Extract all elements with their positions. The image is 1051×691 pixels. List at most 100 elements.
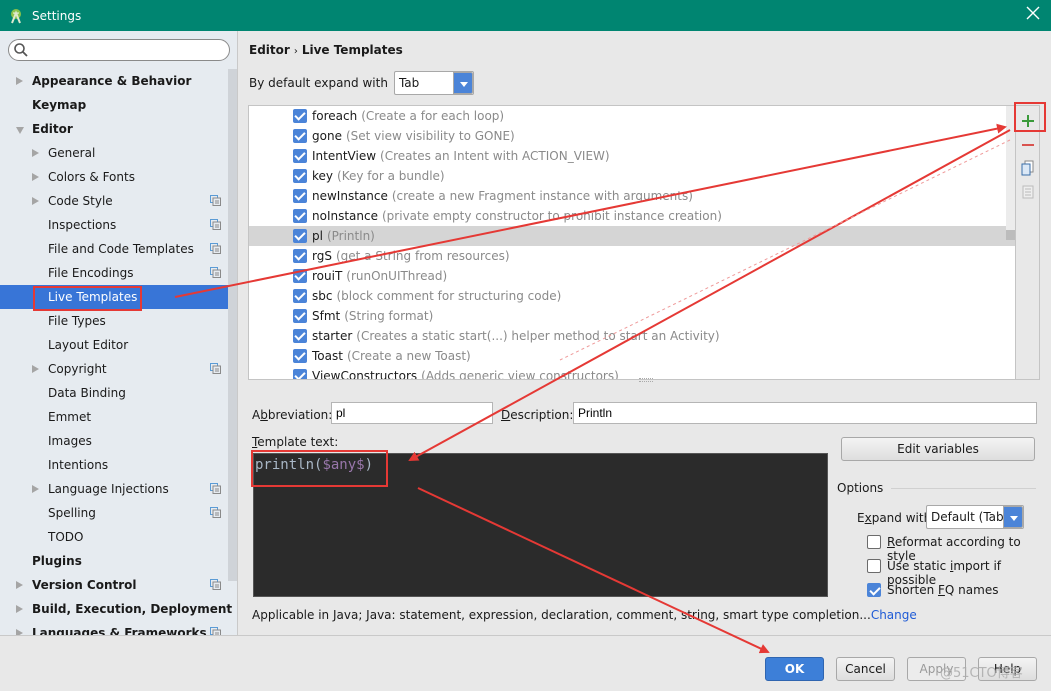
sidebar-item[interactable]: Version Control — [0, 573, 228, 597]
default-expand-row: By default expand with Tab — [249, 71, 474, 95]
template-row[interactable]: Toast (Create a new Toast) — [249, 346, 1015, 366]
template-enabled-checkbox[interactable] — [293, 369, 307, 379]
template-description: (private empty constructor to prohibit i… — [382, 209, 722, 223]
template-row[interactable]: foreach (Create a for each loop) — [249, 106, 1015, 126]
project-scope-icon — [210, 627, 221, 635]
collapsed-arrow-icon[interactable] — [16, 581, 23, 589]
sidebar-item[interactable]: Code Style — [0, 189, 228, 213]
template-abbreviation: pl (Println) — [312, 229, 375, 243]
collapsed-arrow-icon[interactable] — [16, 605, 23, 613]
sidebar-item-label: File Encodings — [48, 266, 134, 280]
template-enabled-checkbox[interactable] — [293, 329, 307, 343]
close-button[interactable] — [1025, 6, 1041, 22]
template-enabled-checkbox[interactable] — [293, 149, 307, 163]
template-enabled-checkbox[interactable] — [293, 349, 307, 363]
breadcrumb-parent: Editor — [249, 43, 290, 57]
sidebar-item-label: Language Injections — [48, 482, 169, 496]
collapsed-arrow-icon[interactable] — [32, 485, 39, 493]
sidebar-item[interactable]: Copyright — [0, 357, 228, 381]
sidebar-item[interactable]: Spelling — [0, 501, 228, 525]
template-enabled-checkbox[interactable] — [293, 289, 307, 303]
template-row[interactable]: sbc (block comment for structuring code) — [249, 286, 1015, 306]
template-row[interactable]: newInstance (create a new Fragment instan… — [249, 186, 1015, 206]
chevron-down-icon[interactable] — [452, 72, 473, 94]
template-abbreviation: rouiT (runOnUIThread) — [312, 269, 448, 283]
abbreviation-input[interactable] — [331, 402, 493, 424]
template-row[interactable]: IntentView (Creates an Intent with ACTION… — [249, 146, 1015, 166]
sidebar-item[interactable]: Emmet — [0, 405, 228, 429]
template-row[interactable]: starter (Creates a static start(...) help… — [249, 326, 1015, 346]
sidebar-item[interactable]: Inspections — [0, 213, 228, 237]
sidebar-item-label: Plugins — [32, 554, 82, 568]
resize-grip[interactable] — [639, 378, 653, 382]
template-description: (Println) — [326, 229, 375, 243]
sidebar-item[interactable]: File Types — [0, 309, 228, 333]
collapsed-arrow-icon[interactable] — [32, 173, 39, 181]
document-icon[interactable] — [1020, 184, 1036, 200]
sidebar-scrollbar[interactable] — [228, 69, 237, 581]
copy-icon[interactable] — [1020, 160, 1036, 176]
template-enabled-checkbox[interactable] — [293, 309, 307, 323]
chevron-down-icon[interactable] — [1003, 506, 1023, 528]
template-row[interactable]: gone (Set view visibility to GONE) — [249, 126, 1015, 146]
sidebar-item[interactable]: Keymap — [0, 93, 228, 117]
template-enabled-checkbox[interactable] — [293, 269, 307, 283]
expanded-arrow-icon[interactable] — [16, 127, 24, 134]
sidebar-item[interactable]: Intentions — [0, 453, 228, 477]
sidebar-item[interactable]: File and Code Templates — [0, 237, 228, 261]
scrollbar-thumb[interactable] — [1006, 230, 1015, 240]
collapsed-arrow-icon[interactable] — [32, 365, 39, 373]
sidebar-item[interactable]: TODO — [0, 525, 228, 549]
sidebar-item[interactable]: Data Binding — [0, 381, 228, 405]
template-enabled-checkbox[interactable] — [293, 109, 307, 123]
sidebar-item-label: Appearance & Behavior — [32, 74, 192, 88]
edit-variables-button[interactable]: Edit variables — [841, 437, 1035, 461]
sidebar-item[interactable]: File Encodings — [0, 261, 228, 285]
shorten-fq-checkbox[interactable] — [867, 583, 881, 597]
minus-icon[interactable] — [1020, 137, 1036, 153]
static-import-checkbox[interactable] — [867, 559, 881, 573]
template-row[interactable]: noInstance (private empty constructor to … — [249, 206, 1015, 226]
ok-button[interactable]: OK — [765, 657, 824, 681]
sidebar-item[interactable]: Build, Execution, Deployment — [0, 597, 232, 621]
template-enabled-checkbox[interactable] — [293, 229, 307, 243]
project-scope-icon — [210, 243, 221, 254]
default-expand-select[interactable]: Tab — [393, 71, 474, 95]
cancel-button[interactable]: Cancel — [836, 657, 895, 681]
template-enabled-checkbox[interactable] — [293, 189, 307, 203]
sidebar-item[interactable]: General — [0, 141, 228, 165]
settings-search-input[interactable] — [8, 39, 230, 61]
sidebar-item[interactable]: Language Injections — [0, 477, 228, 501]
sidebar-item[interactable]: Images — [0, 429, 228, 453]
template-description: (runOnUIThread) — [346, 269, 448, 283]
applicable-contexts: Applicable in Java; Java: statement, exp… — [252, 608, 917, 622]
collapsed-arrow-icon[interactable] — [32, 197, 39, 205]
sidebar-item[interactable]: Live Templates — [0, 285, 237, 311]
template-row[interactable]: rgS (get a String from resources) — [249, 246, 1015, 266]
sidebar-item[interactable]: Languages & Frameworks — [0, 621, 228, 635]
watermark: @51CTO博客 — [940, 666, 1023, 681]
template-enabled-checkbox[interactable] — [293, 169, 307, 183]
template-enabled-checkbox[interactable] — [293, 129, 307, 143]
collapsed-arrow-icon[interactable] — [16, 77, 23, 85]
sidebar-item[interactable]: Layout Editor — [0, 333, 228, 357]
description-input[interactable] — [573, 402, 1037, 424]
template-row[interactable]: ViewConstructors (Adds generic view const… — [249, 366, 1015, 379]
sidebar-item-label: Colors & Fonts — [48, 170, 135, 184]
sidebar-item[interactable]: Colors & Fonts — [0, 165, 228, 189]
template-enabled-checkbox[interactable] — [293, 209, 307, 223]
change-contexts-link[interactable]: Change — [871, 608, 917, 622]
template-row[interactable]: Sfmt (String format) — [249, 306, 1015, 326]
template-enabled-checkbox[interactable] — [293, 249, 307, 263]
reformat-checkbox[interactable] — [867, 535, 881, 549]
template-row[interactable]: pl (Println) — [249, 226, 1015, 246]
sidebar-item[interactable]: Appearance & Behavior — [0, 69, 228, 93]
expand-with-select[interactable]: Default (Tab) — [926, 505, 1024, 529]
project-scope-icon — [210, 507, 221, 518]
collapsed-arrow-icon[interactable] — [32, 149, 39, 157]
sidebar-item[interactable]: Plugins — [0, 549, 228, 573]
template-description: (Creates an Intent with ACTION_VIEW) — [380, 149, 610, 163]
template-row[interactable]: key (Key for a bundle) — [249, 166, 1015, 186]
template-row[interactable]: rouiT (runOnUIThread) — [249, 266, 1015, 286]
sidebar-item[interactable]: Editor — [0, 117, 228, 141]
